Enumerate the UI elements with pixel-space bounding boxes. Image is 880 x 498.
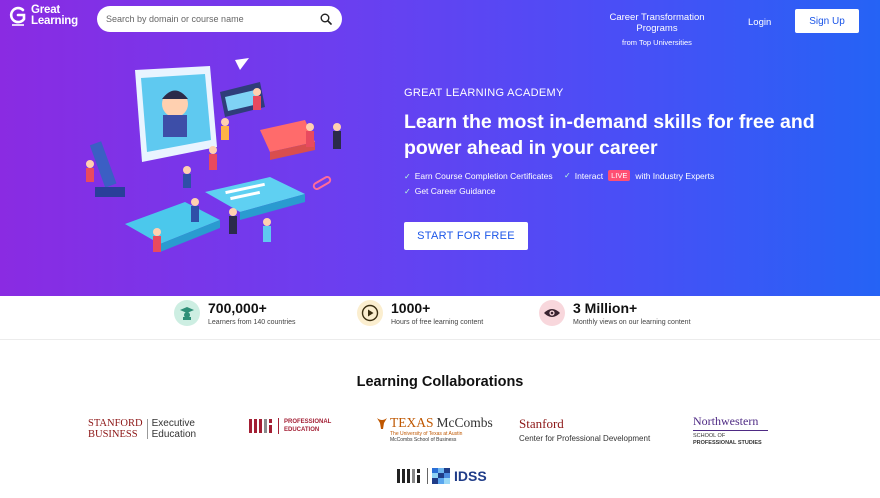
stanford-cpd-logo: Stanford Center for Professional Develop… bbox=[519, 416, 650, 443]
career-programs-subtitle: from Top Universities bbox=[622, 38, 692, 47]
stat-hours-caption: Hours of free learning content bbox=[391, 319, 484, 326]
feature-career-guidance: ✓ Get Career Guidance bbox=[404, 186, 496, 196]
login-link[interactable]: Login bbox=[748, 17, 771, 28]
feature-certificates-text: Earn Course Completion Certificates bbox=[414, 171, 553, 181]
logo-line-2: Learning bbox=[31, 15, 78, 27]
logo-g-icon bbox=[9, 6, 26, 26]
feature-career-guidance-text: Get Career Guidance bbox=[414, 186, 496, 196]
checkmark-icon: ✓ bbox=[404, 186, 411, 196]
feature-certificates: ✓ Earn Course Completion Certificates bbox=[404, 171, 553, 181]
stats-bar: 700,000+ Learners from 140 countries 100… bbox=[0, 296, 880, 340]
stat-hours: 1000+ Hours of free learning content bbox=[357, 300, 483, 326]
stat-views-caption: Monthly views on our learning content bbox=[573, 319, 691, 326]
idss-mosaic-icon bbox=[432, 468, 450, 484]
feature-live-suffix: with Industry Experts bbox=[635, 170, 715, 181]
stat-learners-caption: Learners from 140 countries bbox=[208, 319, 296, 326]
stanford-gsb-line2: BUSINESS bbox=[88, 429, 138, 440]
longhorn-icon bbox=[377, 417, 387, 429]
stanford-gsb-logo: STANFORD BUSINESS Executive Education bbox=[88, 418, 196, 440]
northwestern-line3: PROFESSIONAL STUDIES bbox=[693, 440, 762, 446]
collaborations-title: Learning Collaborations bbox=[356, 374, 524, 390]
stanford-gsb-line4: Education bbox=[151, 429, 197, 440]
idss-wordmark: IDSS bbox=[454, 468, 487, 484]
graduate-icon bbox=[174, 300, 200, 326]
mit-idss-logo: IDSS bbox=[397, 468, 487, 484]
mccombs-word: McCombs bbox=[436, 415, 493, 430]
stat-views: 3 Million+ Monthly views on our learning… bbox=[539, 300, 691, 326]
feature-live: ✓ Interact LIVE with Industry Experts bbox=[564, 170, 714, 181]
stat-learners: 700,000+ Learners from 140 countries bbox=[174, 300, 296, 326]
hero-headline: Learn the most in-demand skills for free… bbox=[404, 111, 815, 159]
northwestern-line2: SCHOOL OF bbox=[693, 433, 726, 439]
northwestern-logo: Northwestern SCHOOL OF PROFESSIONAL STUD… bbox=[693, 414, 768, 447]
northwestern-title: Northwestern bbox=[693, 414, 759, 428]
feature-live-prefix: Interact bbox=[574, 170, 604, 181]
great-learning-logo[interactable]: Great Learning bbox=[9, 4, 91, 27]
signup-button[interactable]: Sign Up bbox=[795, 9, 859, 33]
texas-word: TEXAS bbox=[390, 415, 434, 430]
eye-icon bbox=[539, 300, 565, 326]
search-bar bbox=[97, 6, 342, 32]
logo-text: Great Learning bbox=[31, 4, 91, 27]
hero-illustration bbox=[86, 58, 341, 252]
hero-section: Great Learning Career Transformation Pro… bbox=[0, 0, 880, 296]
checkmark-icon: ✓ bbox=[564, 171, 571, 180]
stat-views-value: 3 Million+ bbox=[573, 300, 638, 316]
live-badge: LIVE bbox=[608, 170, 631, 181]
stanford-cpd-title: Stanford bbox=[519, 416, 564, 431]
mit-wordmark-icon bbox=[397, 469, 420, 483]
mit-pe-line2: EDUCATION bbox=[284, 427, 320, 433]
stanford-gsb-line1: STANFORD bbox=[88, 418, 143, 429]
career-programs-link[interactable]: Career Transformation Programs from Top … bbox=[590, 12, 724, 47]
checkmark-icon: ✓ bbox=[404, 171, 411, 181]
stanford-gsb-line3: Executive bbox=[151, 418, 195, 429]
stat-hours-value: 1000+ bbox=[391, 300, 431, 316]
start-for-free-button[interactable]: START FOR FREE bbox=[404, 222, 528, 250]
stat-learners-value: 700,000+ bbox=[208, 300, 267, 316]
play-icon bbox=[357, 300, 383, 326]
mit-wordmark-icon bbox=[249, 419, 272, 433]
texas-subline2: McCombs School of Business bbox=[390, 437, 457, 443]
texas-mccombs-logo: TEXAS McCombs The University of Texas at… bbox=[377, 415, 493, 443]
search-input[interactable] bbox=[106, 14, 320, 24]
search-icon[interactable] bbox=[320, 13, 332, 25]
mit-pe-line1: PROFESSIONAL bbox=[284, 419, 332, 425]
mit-professional-education-logo: PROFESSIONAL EDUCATION bbox=[249, 418, 331, 434]
career-programs-title: Career Transformation Programs bbox=[609, 12, 705, 34]
stanford-cpd-subtitle: Center for Professional Development bbox=[519, 434, 651, 443]
academy-eyebrow: GREAT LEARNING ACADEMY bbox=[404, 87, 564, 99]
